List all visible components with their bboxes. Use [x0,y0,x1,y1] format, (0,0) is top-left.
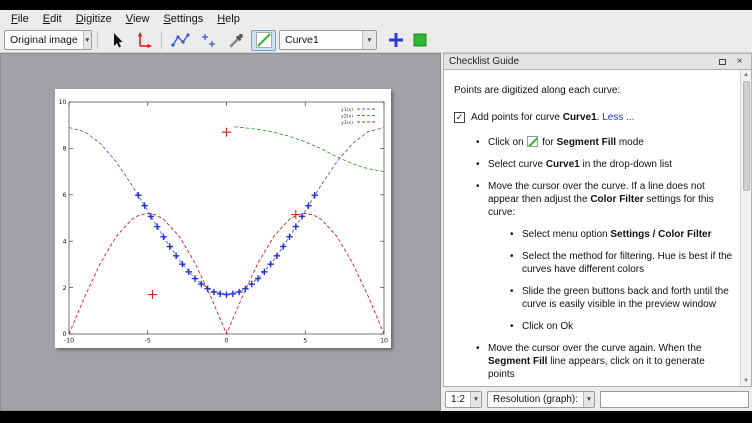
chevron-down-icon: ▼ [362,31,376,49]
eyedropper-icon [226,30,246,50]
menu-file[interactable]: File [4,11,36,27]
svg-text:y1(x): y1(x) [341,107,353,113]
view-previews [386,30,430,50]
graph-view[interactable]: 0246810-10-50510y1(x)y2(x)y3(x) [0,53,441,411]
point-match-icon [198,30,218,50]
checklist-bullets: •Click on for Segment Fill mode •Select c… [454,136,733,381]
svg-text:5: 5 [303,338,307,345]
checklist-bullet: •Select curve Curve1 in the drop-down li… [454,158,733,171]
float-dock-icon[interactable] [716,55,729,68]
scroll-up-icon[interactable]: ▲ [743,70,749,80]
close-dock-icon[interactable]: × [733,55,746,68]
checklist-dock-titlebar[interactable]: Checklist Guide × [443,53,752,70]
toolbar-separator [97,31,98,49]
scroll-down-icon[interactable]: ▼ [743,376,749,386]
point-style-cross-icon[interactable] [386,30,406,50]
zoom-combo[interactable]: 1:2 ▼ [445,391,482,408]
svg-text:0: 0 [225,338,229,345]
checklist-body: Points are digitized along each curve: ✓… [443,70,752,387]
chevron-down-icon: ▼ [470,392,481,407]
statusbar: 1:2 ▼ Resolution (graph): ▼ [445,390,749,408]
checklist-bullet: •Click on for Segment Fill mode [454,136,733,149]
curve-point-tool-button[interactable] [167,30,192,51]
curve-combo[interactable]: Curve1 ▼ [279,30,377,50]
graph-canvas[interactable]: 0246810-10-50510y1(x)y2(x)y3(x) [55,89,391,348]
select-tool-button[interactable] [103,30,128,51]
zoom-value: 1:2 [446,394,470,405]
checkbox-checked-icon[interactable]: ✓ [454,112,465,123]
background-combo[interactable]: Original image ▼ [4,30,92,50]
menu-help[interactable]: Help [210,11,247,27]
svg-text:4: 4 [63,238,67,245]
point-match-tool-button[interactable] [195,30,220,51]
filter-preview-square-icon[interactable] [410,30,430,50]
scrollbar-thumb[interactable] [743,81,750,191]
segment-fill-icon [527,136,538,147]
axes-icon [134,30,154,50]
curve-points-icon [170,30,190,50]
color-picker-tool-button[interactable] [223,30,248,51]
background-combo-value: Original image [5,34,83,46]
svg-text:10: 10 [59,99,67,106]
menu-settings[interactable]: Settings [156,11,210,27]
chevron-down-icon: ▼ [83,31,91,49]
segment-fill-tool-button[interactable] [251,30,276,51]
checklist-bullet: •Move the cursor over the curve again. W… [454,342,733,381]
checklist-bullet: •Click on Ok [454,320,733,333]
svg-text:8: 8 [63,146,67,153]
svg-text:y3(x): y3(x) [341,120,353,126]
chevron-down-icon: ▼ [583,392,594,407]
digitize-toolbar: Original image ▼ [0,28,752,53]
menu-digitize[interactable]: Digitize [69,11,119,27]
plot-svg[interactable]: 0246810-10-50510y1(x)y2(x)y3(x) [55,89,391,348]
dock-title-text: Checklist Guide [449,56,519,67]
resolution-value: Resolution (graph): [488,394,583,405]
checklist-bullet: •Move the cursor over the curve. If a li… [454,180,733,219]
checklist-scrollbar[interactable]: ▲ ▼ [740,70,751,386]
checklist-intro: Points are digitized along each curve: [454,84,733,97]
menubar: FileEditDigitizeViewSettingsHelp [0,10,752,28]
segment-fill-icon [254,30,274,50]
cursor-arrow-icon [106,30,126,50]
coordinates-field[interactable] [600,391,749,408]
toolbar-separator [161,31,162,49]
svg-text:-10: -10 [64,338,74,345]
checklist-item-add-points-text: Add points for curve Curve1. Less ... [471,111,634,124]
checklist-bullet: •Select menu option Settings / Color Fil… [454,228,733,241]
checklist-bullet: •Select the method for filtering. Hue is… [454,250,733,276]
svg-text:2: 2 [63,285,67,292]
engauge-window: FileEditDigitizeViewSettingsHelp Origina… [0,10,752,411]
checklist-bullet: •Slide the green buttons back and forth … [454,285,733,311]
axis-point-tool-button[interactable] [131,30,156,51]
checklist-link[interactable]: Less ... [602,112,634,123]
curve-combo-value: Curve1 [280,34,324,46]
menu-edit[interactable]: Edit [36,11,69,27]
checklist-item-add-points: ✓ Add points for curve Curve1. Less ... [454,111,733,124]
dock-buttons: × [716,55,746,68]
resolution-combo[interactable]: Resolution (graph): ▼ [487,391,595,408]
menu-view[interactable]: View [119,11,157,27]
svg-text:6: 6 [63,192,67,199]
svg-text:y2(x): y2(x) [341,113,353,119]
svg-text:-5: -5 [145,338,151,345]
checklist-dock: Checklist Guide × Points are digitized a… [443,53,752,387]
svg-text:10: 10 [380,338,388,345]
